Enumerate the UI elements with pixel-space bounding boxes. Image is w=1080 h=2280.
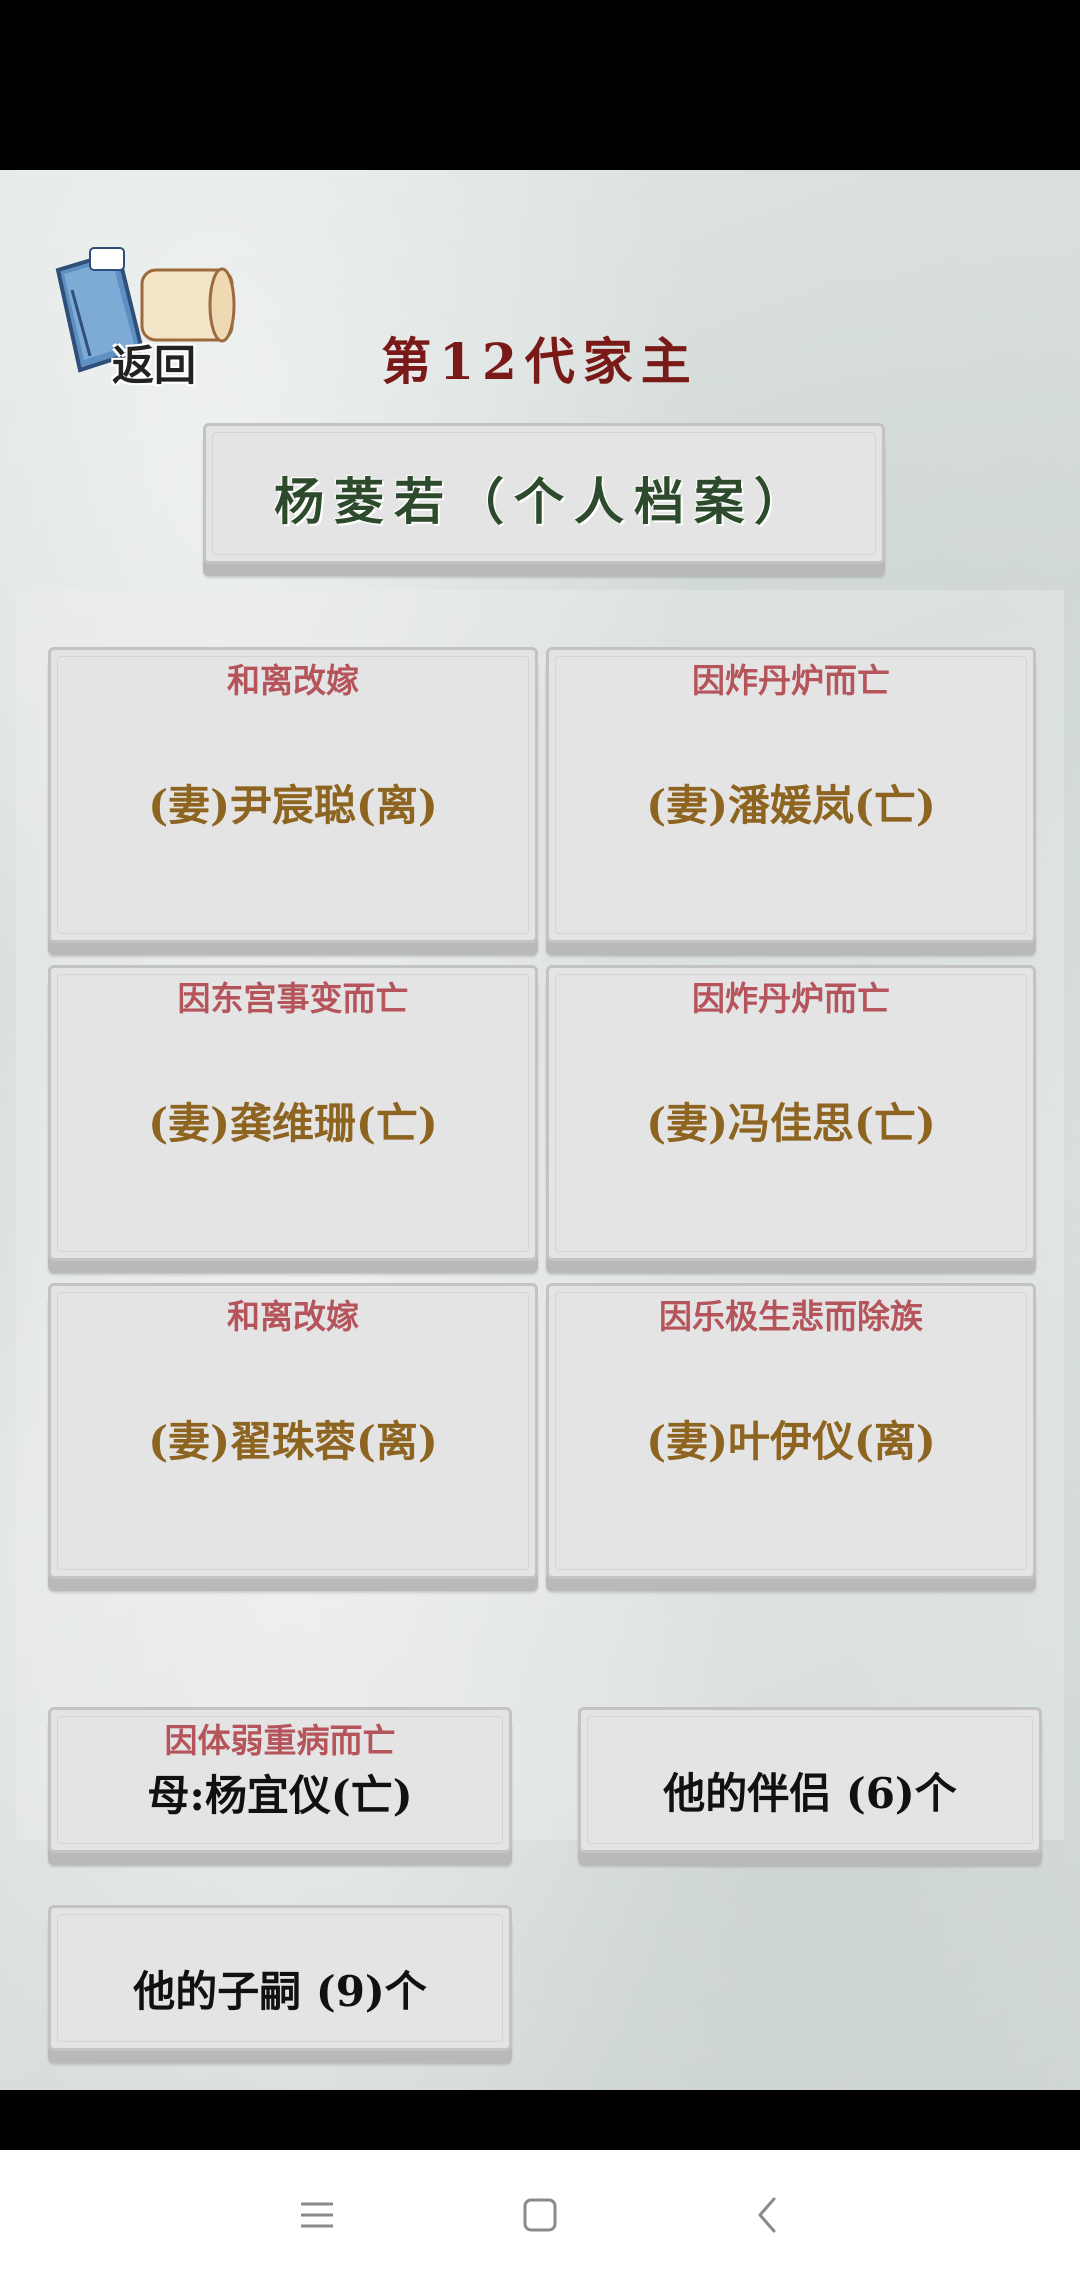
partners-label: 他的伴侣 (6)个	[663, 1769, 957, 1818]
spouse-card[interactable]: 因炸丹炉而亡 (妻)潘媛岚(亡)	[546, 647, 1036, 943]
mother-label: 母:杨宜仪(亡)	[147, 1771, 413, 1820]
home-icon[interactable]	[510, 2190, 570, 2240]
spouse-fate: 因炸丹炉而亡	[692, 979, 890, 1018]
back-arrow-icon[interactable]	[738, 2190, 798, 2240]
spouse-name: (妻)龚维珊(亡)	[148, 1099, 438, 1148]
children-button[interactable]: 他的子嗣 (9)个	[48, 1905, 512, 2051]
spouse-fate: 和离改嫁	[227, 1297, 359, 1336]
profile-title-banner: 杨菱若（个人档案）	[203, 423, 885, 564]
spouse-fate: 和离改嫁	[227, 661, 359, 700]
generation-title: 第12代家主	[381, 332, 699, 391]
spouse-fate: 因乐极生悲而除族	[659, 1297, 923, 1336]
profile-title: 杨菱若（个人档案）	[274, 472, 814, 531]
spouse-name: (妻)尹宸聪(离)	[148, 781, 438, 830]
mother-fate: 因体弱重病而亡	[164, 1721, 396, 1760]
partners-button[interactable]: 他的伴侣 (6)个	[578, 1707, 1042, 1853]
menu-icon[interactable]	[287, 2190, 347, 2240]
spouse-name: (妻)叶伊仪(离)	[646, 1417, 936, 1466]
status-bar	[0, 0, 1080, 170]
navigation-bar	[0, 2150, 1080, 2280]
spouse-card[interactable]: 因炸丹炉而亡 (妻)冯佳思(亡)	[546, 965, 1036, 1261]
mother-card[interactable]: 因体弱重病而亡 母:杨宜仪(亡)	[48, 1707, 512, 1853]
spouse-card[interactable]: 和离改嫁 (妻)翟珠蓉(离)	[48, 1283, 538, 1579]
bottom-black-strip	[0, 2090, 1080, 2150]
game-area: 返回 第12代家主 杨菱若（个人档案） 和离改嫁 (妻)尹宸聪(离) 因炸丹炉而…	[0, 170, 1080, 2090]
spouse-name: (妻)潘媛岚(亡)	[646, 781, 936, 830]
spouse-card[interactable]: 和离改嫁 (妻)尹宸聪(离)	[48, 647, 538, 943]
spouse-fate: 因炸丹炉而亡	[692, 661, 890, 700]
spouse-card[interactable]: 因乐极生悲而除族 (妻)叶伊仪(离)	[546, 1283, 1036, 1579]
children-label: 他的子嗣 (9)个	[133, 1967, 427, 2016]
spouse-name: (妻)翟珠蓉(离)	[148, 1417, 438, 1466]
spouse-fate: 因东宫事变而亡	[177, 979, 409, 1018]
spouse-card[interactable]: 因东宫事变而亡 (妻)龚维珊(亡)	[48, 965, 538, 1261]
spouse-name: (妻)冯佳思(亡)	[646, 1099, 936, 1148]
